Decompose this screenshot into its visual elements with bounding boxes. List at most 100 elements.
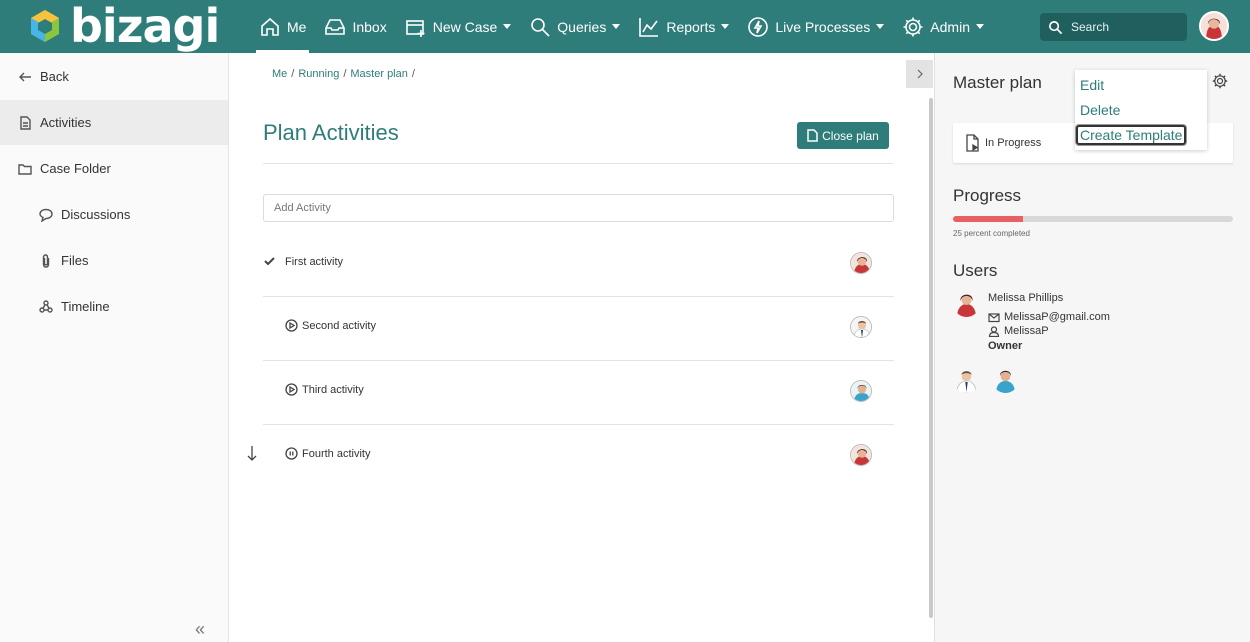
nav-queries[interactable]: Queries (520, 0, 629, 53)
folder-icon (18, 163, 32, 175)
left-sidebar: Back Activities Case Folder Discussions … (0, 53, 229, 642)
user-username: MelissaP (1004, 325, 1049, 337)
sidebar-item-case-folder[interactable]: Case Folder (0, 146, 228, 191)
activity-name: Second activity (302, 319, 376, 332)
user-photo-icon (851, 253, 871, 273)
user-photo-icon (953, 366, 980, 393)
breadcrumb-separator: / (343, 68, 347, 80)
home-icon (261, 17, 279, 36)
sidebar-item-label: Files (61, 253, 89, 268)
activity-name: Fourth activity (302, 447, 371, 460)
assignee-avatar[interactable] (850, 380, 872, 402)
new-case-icon (405, 19, 425, 37)
sidebar-item-label: Case Folder (40, 161, 111, 176)
nav-admin-label: Admin (930, 18, 970, 35)
user-avatar[interactable] (1199, 11, 1229, 41)
nav-admin[interactable]: Admin (893, 0, 993, 53)
back-arrow-icon (19, 72, 31, 81)
nav-reports-label: Reports (666, 18, 716, 35)
right-panel: Master plan In Progress Edit Delete Crea… (934, 53, 1250, 642)
nav-new-case-label: New Case (432, 18, 498, 35)
nav-new-case[interactable]: New Case (396, 0, 521, 53)
activity-row-first[interactable]: First activity (263, 233, 894, 297)
sidebar-item-back[interactable]: Back (0, 54, 228, 99)
progress-text: 25 percent completed (953, 229, 1030, 238)
sidebar-item-activities[interactable]: Activities (0, 100, 228, 145)
menu-item-edit[interactable]: Edit (1080, 77, 1104, 93)
menu-item-delete[interactable]: Delete (1080, 102, 1120, 118)
sidebar-item-files[interactable]: Files (0, 238, 228, 283)
document-icon (807, 129, 818, 142)
nav-me[interactable]: Me (250, 0, 315, 53)
nav-live-processes[interactable]: Live Processes (738, 0, 893, 53)
gear-icon[interactable] (1212, 73, 1228, 89)
sidebar-item-discussions[interactable]: Discussions (0, 192, 228, 237)
gear-icon (903, 17, 923, 36)
plan-title: Master plan (953, 73, 1042, 92)
chevron-down-icon (975, 24, 984, 29)
user-photo-icon (851, 317, 871, 337)
user-avatar-doctor[interactable] (953, 366, 980, 393)
arrow-down-icon[interactable] (246, 444, 258, 462)
chevron-down-icon (876, 24, 885, 29)
sidebar-item-timeline[interactable]: Timeline (0, 284, 228, 329)
search-icon (1049, 20, 1063, 34)
progress-title: Progress (953, 186, 1022, 205)
user-email-line: MelissaP@gmail.com (988, 311, 1110, 323)
lightning-icon (748, 16, 769, 37)
sidebar-item-label: Back (40, 69, 69, 84)
close-plan-button[interactable]: Close plan (797, 122, 889, 149)
user-photo-icon (851, 445, 871, 465)
progress-bar (953, 216, 1233, 222)
sidebar-item-label: Discussions (61, 207, 131, 222)
logo-text: bizagi (70, 0, 220, 53)
activity-label: Second activity (285, 319, 376, 332)
sidebar-item-label: Activities (40, 115, 92, 130)
main-content: Me / Running / Master plan / Plan Activi… (229, 53, 933, 642)
breadcrumb-master-plan[interactable]: Master plan (350, 68, 407, 80)
add-activity-input[interactable] (263, 194, 894, 222)
chart-icon (639, 17, 659, 37)
user-name: Melissa Phillips (988, 292, 1064, 304)
nav-me-label: Me (287, 18, 307, 35)
assignee-avatar[interactable] (850, 444, 872, 466)
sidebar-item-label: Timeline (61, 299, 110, 314)
timeline-icon (39, 299, 53, 313)
breadcrumb-me[interactable]: Me (272, 68, 287, 80)
chevron-down-icon (721, 24, 730, 29)
play-circle-icon (285, 383, 298, 396)
users-title: Users (953, 261, 998, 280)
search-input[interactable] (1071, 20, 1181, 34)
search-box[interactable] (1040, 13, 1187, 41)
top-navigation-bar: bizagi Me Inbox New Case Queries Reports (0, 0, 1250, 53)
document-play-icon (966, 134, 979, 152)
scrollbar[interactable] (929, 98, 933, 618)
breadcrumb-separator: / (411, 68, 415, 80)
menu-item-create-template[interactable]: Create Template (1076, 125, 1187, 145)
owner-avatar[interactable] (953, 290, 980, 317)
activity-row-second[interactable]: Second activity (263, 297, 894, 361)
chevron-right-icon (917, 69, 923, 79)
activity-name: Third activity (302, 383, 364, 396)
toggle-right-panel-button[interactable] (906, 60, 933, 88)
activity-row-third[interactable]: Third activity (263, 361, 894, 425)
nav-live-processes-label: Live Processes (775, 18, 871, 35)
progress-fill (953, 216, 1023, 222)
nav-inbox[interactable]: Inbox (315, 0, 395, 53)
user-photo-icon (953, 290, 980, 317)
bizagi-logo[interactable]: bizagi (30, 0, 220, 53)
pause-circle-icon (285, 447, 298, 460)
assignee-avatar[interactable] (850, 316, 872, 338)
activity-row-fourth[interactable]: Fourth activity (263, 425, 894, 489)
plan-options-menu: Edit Delete Create Template (1075, 70, 1207, 150)
play-circle-icon (285, 319, 298, 332)
nav-reports[interactable]: Reports (629, 0, 738, 53)
divider (263, 163, 893, 164)
breadcrumb-running[interactable]: Running (298, 68, 339, 80)
page-title: Plan Activities (263, 120, 399, 145)
user-email: MelissaP@gmail.com (1004, 311, 1110, 323)
person-icon (988, 325, 1000, 337)
user-avatar-nurse[interactable] (992, 366, 1019, 393)
collapse-sidebar-button[interactable]: « (195, 619, 205, 640)
assignee-avatar[interactable] (850, 252, 872, 274)
